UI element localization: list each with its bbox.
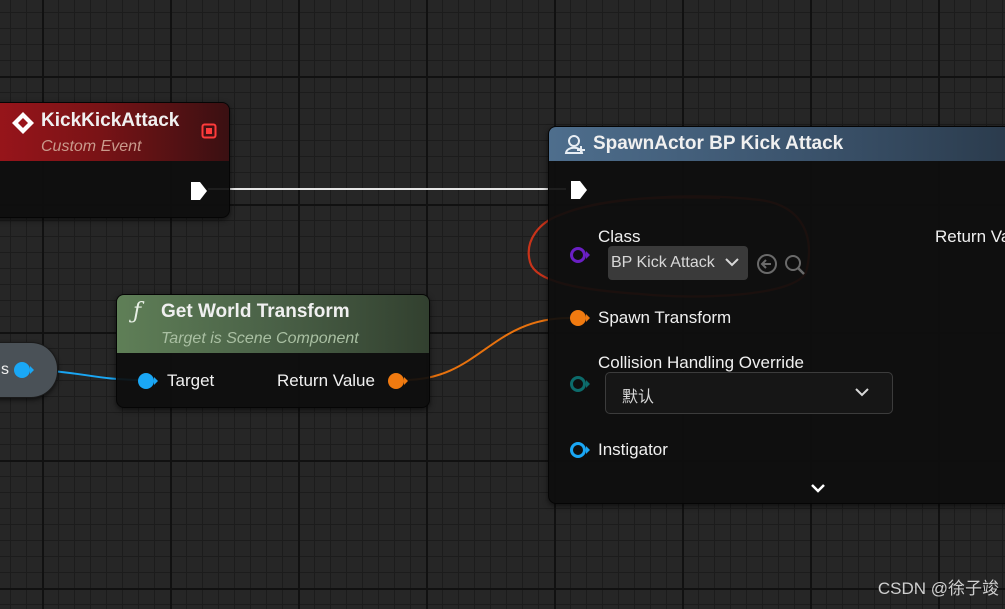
class-dropdown-value: BP Kick Attack [611, 254, 715, 271]
exec-input-pin-icon[interactable] [569, 179, 589, 201]
use-selected-arrow-icon[interactable] [756, 253, 778, 275]
watermark: CSDN @徐子竣 [877, 579, 999, 598]
spawn-transform-pin-label: Spawn Transform [598, 308, 732, 327]
function-f-icon: ƒ [133, 299, 142, 324]
custom-event-node[interactable]: KickKickAttack Custom Event [0, 102, 230, 218]
event-node-title: KickKickAttack [41, 110, 180, 131]
return-value-pin-label: Return Value [277, 371, 375, 390]
expand-advanced-chevron-down-icon[interactable] [809, 482, 827, 496]
target-object-pin-icon[interactable] [137, 371, 159, 391]
variable-label: s [1, 361, 9, 378]
class-pin-icon[interactable] [569, 245, 591, 265]
event-diamond-icon [12, 112, 34, 134]
target-pin-label: Target [167, 371, 215, 390]
event-node-subtitle: Custom Event [41, 138, 142, 155]
collision-dropdown-value: 默认 [622, 389, 655, 406]
gwt-node-header[interactable]: ƒ Get World Transform Target is Scene Co… [117, 295, 429, 353]
collision-pin-icon[interactable] [569, 374, 591, 394]
spawn-transform-pin-icon[interactable] [569, 308, 591, 328]
chevron-down-icon [855, 388, 869, 397]
instigator-pin-icon[interactable] [569, 440, 591, 460]
collision-handling-dropdown[interactable]: 默认 [605, 372, 893, 414]
gwt-node-title: Get World Transform [161, 301, 350, 322]
chevron-down-icon [725, 258, 739, 267]
spawn-node-title: SpawnActor BP Kick Attack [593, 133, 844, 154]
magnifier-icon[interactable] [783, 253, 807, 277]
class-pin-label: Class [598, 227, 641, 246]
gwt-node-subtitle: Target is Scene Component [161, 330, 359, 347]
return-value-output-label: Return Va [935, 227, 1005, 246]
spawn-node-header[interactable]: SpawnActor BP Kick Attack [549, 127, 1005, 161]
event-node-header[interactable]: KickKickAttack Custom Event [0, 103, 229, 161]
object-pin-icon[interactable] [13, 360, 35, 380]
delegate-pin-icon[interactable] [201, 123, 217, 139]
return-transform-pin-icon[interactable] [387, 371, 409, 391]
instigator-pin-label: Instigator [598, 440, 668, 459]
spawn-actor-icon [564, 135, 585, 154]
spawn-actor-node[interactable]: SpawnActor BP Kick Attack Class Return V… [548, 126, 1005, 504]
scene-component-variable-node[interactable]: s [0, 342, 58, 398]
class-dropdown[interactable]: BP Kick Attack [608, 246, 748, 280]
get-world-transform-node[interactable]: ƒ Get World Transform Target is Scene Co… [116, 294, 430, 408]
exec-output-pin-icon[interactable] [189, 180, 209, 202]
collision-pin-label: Collision Handling Override [598, 353, 804, 372]
